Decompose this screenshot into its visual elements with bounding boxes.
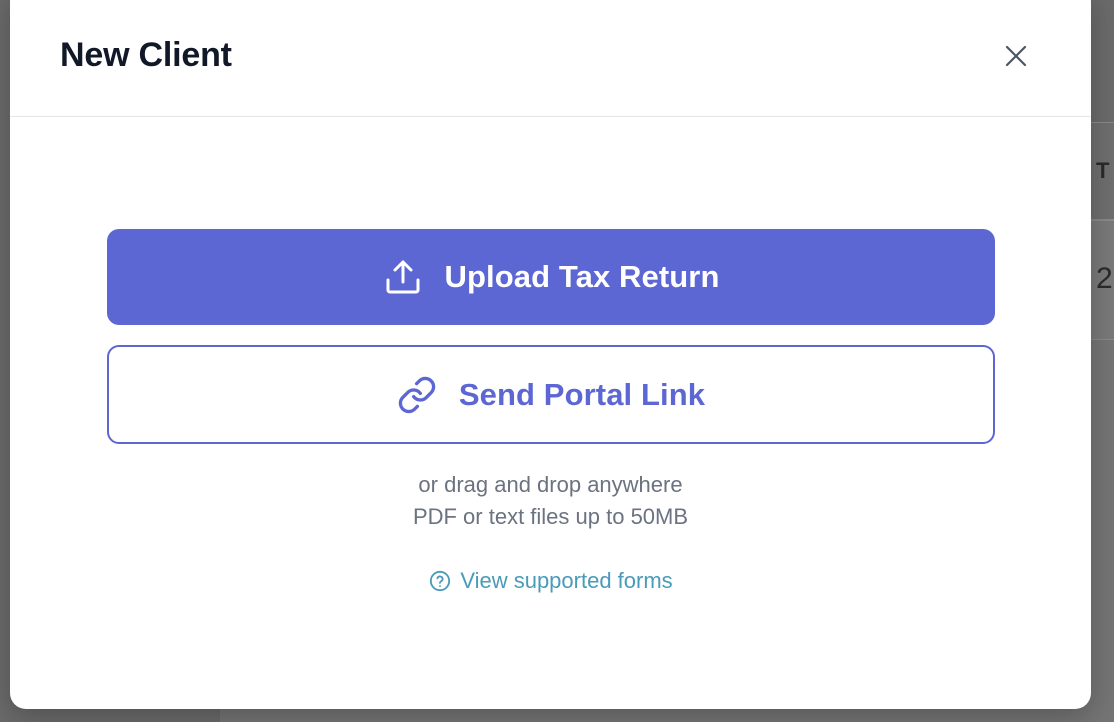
background-value-cell: 2, bbox=[1096, 262, 1114, 295]
upload-tax-return-button[interactable]: Upload Tax Return bbox=[107, 229, 995, 325]
modal-title: New Client bbox=[60, 36, 232, 74]
drag-drop-hint: or drag and drop anywhere bbox=[418, 472, 683, 497]
view-supported-forms-label: View supported forms bbox=[460, 568, 673, 593]
help-circle-icon bbox=[428, 569, 452, 593]
new-client-modal: New Client Upload Tax Return Send Portal… bbox=[10, 0, 1091, 709]
view-supported-forms-link[interactable]: View supported forms bbox=[10, 568, 1091, 594]
upload-icon bbox=[383, 257, 423, 297]
background-header-cell: T bbox=[1096, 158, 1110, 183]
link-icon bbox=[397, 375, 437, 415]
upload-tax-return-label: Upload Tax Return bbox=[444, 259, 720, 294]
send-portal-link-label: Send Portal Link bbox=[458, 376, 706, 412]
close-button[interactable] bbox=[998, 38, 1034, 74]
close-icon bbox=[1005, 45, 1027, 67]
send-portal-link-button[interactable]: Send Portal Link bbox=[107, 345, 995, 444]
file-limit-hint: PDF or text files up to 50MB bbox=[412, 504, 689, 529]
modal-header: New Client bbox=[10, 0, 1091, 117]
